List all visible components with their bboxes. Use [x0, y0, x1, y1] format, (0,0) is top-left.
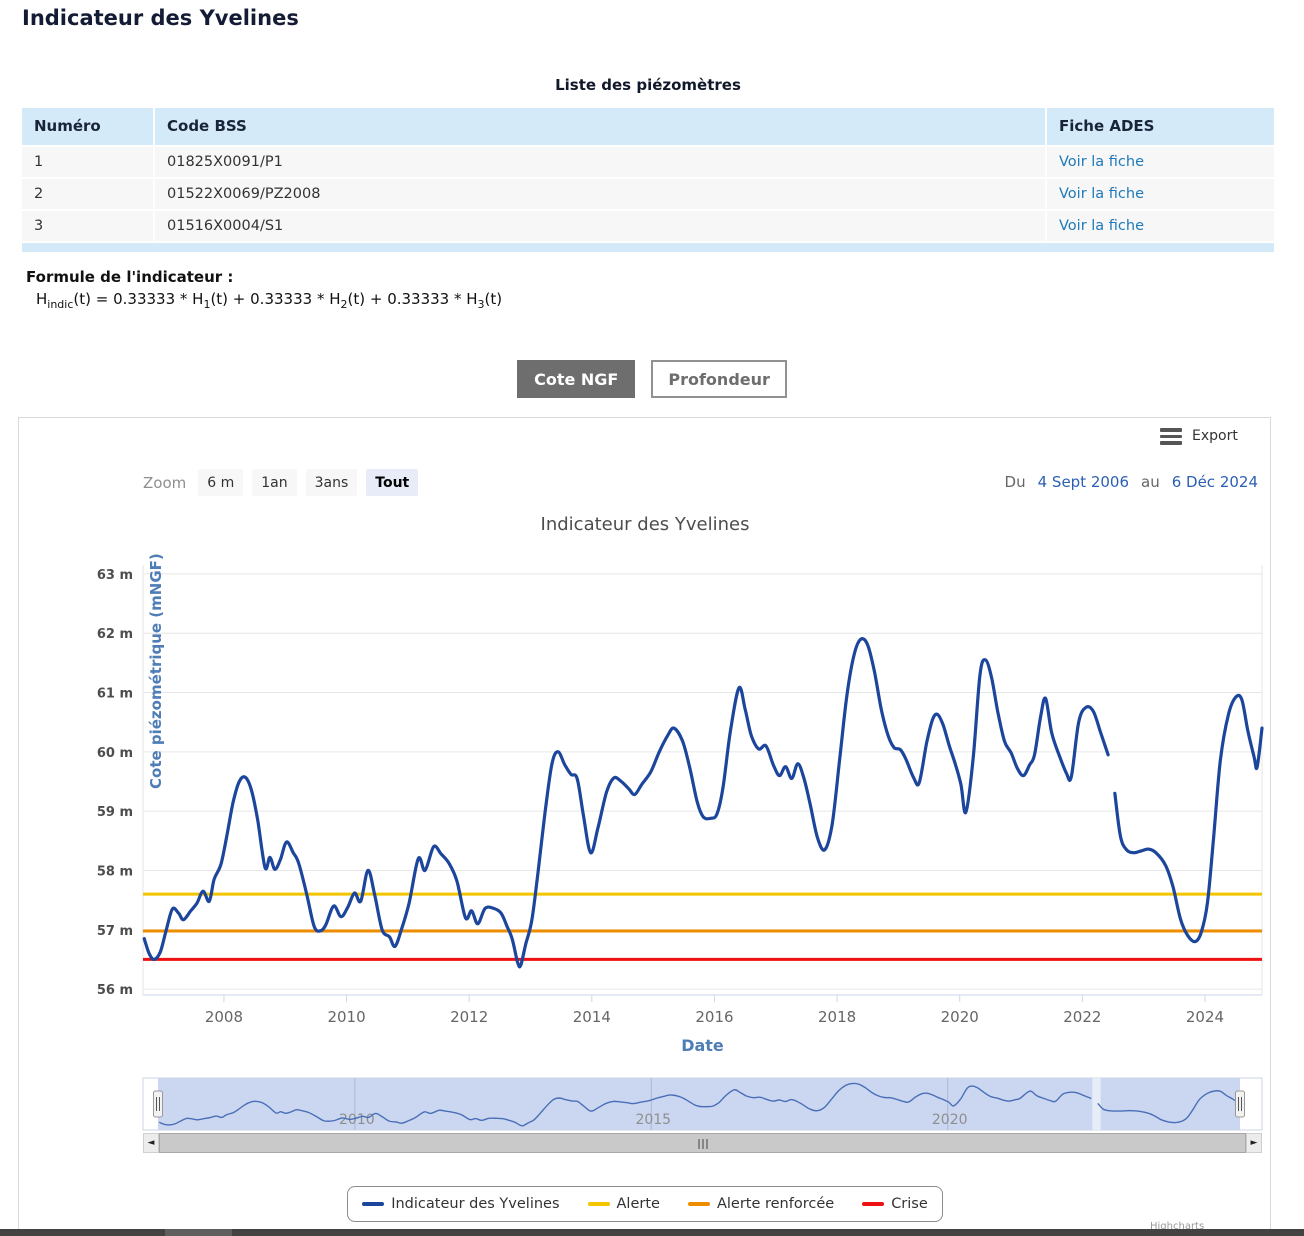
y-tick-label: 56 m — [97, 983, 133, 998]
series-line — [1115, 695, 1262, 941]
y-tick-label: 58 m — [97, 864, 133, 879]
x-tick-label: 2008 — [205, 1008, 243, 1026]
chart-title: Indicateur des Yvelines — [0, 514, 1290, 535]
navigator-selected-mask[interactable] — [158, 1078, 1240, 1130]
legend-label: Crise — [891, 1196, 928, 1212]
legend-dash-icon — [862, 1202, 884, 1206]
export-menu-button[interactable]: Export — [1160, 428, 1238, 445]
y-tick-label: 57 m — [97, 924, 133, 939]
export-label: Export — [1192, 428, 1238, 444]
navigator-left-handle[interactable] — [154, 1091, 163, 1117]
x-tick-label: 2020 — [941, 1008, 979, 1026]
scrollbar-right-arrow[interactable]: ► — [1246, 1133, 1262, 1153]
x-tick-label: 2014 — [573, 1008, 611, 1026]
legend-item[interactable]: Crise — [862, 1196, 928, 1212]
scrollbar-thumb[interactable] — [159, 1133, 1246, 1153]
chart-scrollbar: ◄ ► — [143, 1133, 1262, 1153]
zoom-label: Zoom — [143, 474, 186, 492]
zoom-button-6m[interactable]: 6 m — [198, 469, 243, 496]
x-axis-title: Date — [143, 1036, 1262, 1055]
zoom-button-tout[interactable]: Tout — [366, 469, 418, 496]
legend-item[interactable]: Indicateur des Yvelines — [362, 1196, 559, 1212]
legend-label: Alerte — [617, 1196, 660, 1212]
date-range-inputs: Du 4 Sept 2006 au 6 Déc 2024 — [1005, 473, 1258, 491]
zoom-button-3ans[interactable]: 3ans — [306, 469, 358, 496]
date-from-label: Du — [1005, 473, 1026, 491]
date-from-input[interactable]: 4 Sept 2006 — [1038, 473, 1129, 491]
date-to-label: au — [1141, 473, 1160, 491]
navigator-year-label: 2015 — [635, 1112, 671, 1128]
y-tick-label: 61 m — [97, 687, 133, 702]
legend-dash-icon — [688, 1202, 710, 1206]
legend-inner: Indicateur des Yvelines Alerte Alerte renf… — [347, 1186, 943, 1222]
y-tick-label: 62 m — [97, 627, 133, 642]
legend-dash-icon — [362, 1202, 384, 1206]
zoom-range-buttons: Zoom 6 m 1an 3ans Tout — [143, 469, 418, 496]
x-tick-label: 2016 — [695, 1008, 733, 1026]
navigator-year-label: 2020 — [932, 1112, 968, 1128]
legend-dash-icon — [588, 1202, 610, 1206]
x-tick-label: 2018 — [818, 1008, 856, 1026]
date-to-input[interactable]: 6 Déc 2024 — [1172, 473, 1258, 491]
navigator-year-label: 2010 — [339, 1112, 375, 1128]
page: Indicateur des Yvelines Liste des piézom… — [0, 0, 1304, 1236]
scrollbar-grip-icon — [698, 1139, 708, 1149]
x-tick-label: 2024 — [1186, 1008, 1224, 1026]
legend-item[interactable]: Alerte renforcée — [688, 1196, 834, 1212]
legend-item[interactable]: Alerte — [588, 1196, 660, 1212]
navigator-right-handle[interactable] — [1236, 1091, 1245, 1117]
y-tick-label: 60 m — [97, 746, 133, 761]
chart-legend: Indicateur des Yvelines Alerte Alerte renf… — [0, 1186, 1290, 1222]
legend-label: Alerte renforcée — [717, 1196, 834, 1212]
navigator-data-gap — [1092, 1078, 1100, 1130]
hamburger-menu-icon — [1160, 428, 1182, 445]
x-tick-label: 2010 — [327, 1008, 365, 1026]
scrollbar-left-arrow[interactable]: ◄ — [143, 1133, 159, 1153]
y-tick-label: 63 m — [97, 568, 133, 583]
y-axis-title: Cote piézométrique (mNGF) — [147, 553, 165, 789]
x-tick-label: 2012 — [450, 1008, 488, 1026]
y-tick-label: 59 m — [97, 805, 133, 820]
page-horizontal-scrollbar[interactable] — [0, 1229, 1304, 1236]
x-tick-label: 2022 — [1063, 1008, 1101, 1026]
zoom-button-1an[interactable]: 1an — [252, 469, 296, 496]
legend-label: Indicateur des Yvelines — [391, 1196, 559, 1212]
series-line — [144, 639, 1108, 967]
